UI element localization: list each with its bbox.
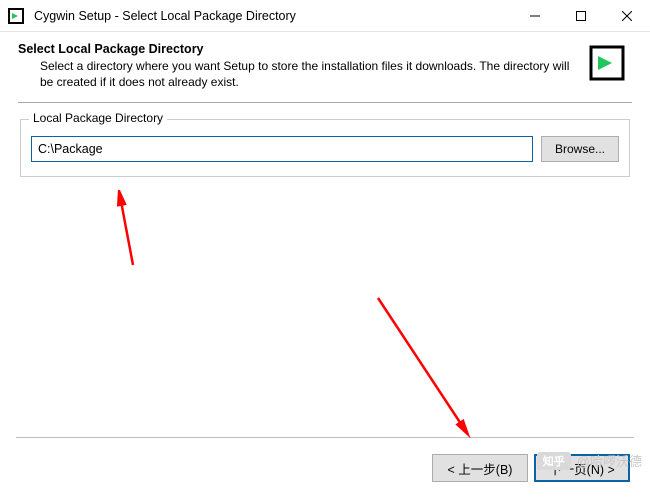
zhihu-badge-icon: 知乎 [537,452,571,470]
app-icon [6,6,26,26]
window-controls [512,0,650,31]
watermark: 知乎 @哈啰沃德 [537,451,642,470]
wizard-body: Local Package Directory Browse... [0,103,650,177]
package-directory-input[interactable] [31,136,533,162]
browse-button[interactable]: Browse... [541,136,619,162]
wizard-header: Select Local Package Directory Select a … [0,32,650,98]
maximize-button[interactable] [558,0,604,31]
back-button[interactable]: < 上一步(B) [432,454,528,482]
minimize-button[interactable] [512,0,558,31]
group-label: Local Package Directory [29,111,167,125]
page-title: Select Local Package Directory [18,42,586,56]
page-description: Select a directory where you want Setup … [18,58,586,90]
annotation-arrow-icon [370,290,490,440]
cygwin-logo-icon [586,42,628,84]
footer-divider [16,437,634,438]
window-title: Cygwin Setup - Select Local Package Dire… [34,9,512,23]
close-button[interactable] [604,0,650,31]
titlebar: Cygwin Setup - Select Local Package Dire… [0,0,650,32]
annotation-arrow-icon [105,190,145,270]
local-package-directory-group: Local Package Directory Browse... [20,119,630,177]
watermark-text: @哈啰沃德 [577,451,642,470]
